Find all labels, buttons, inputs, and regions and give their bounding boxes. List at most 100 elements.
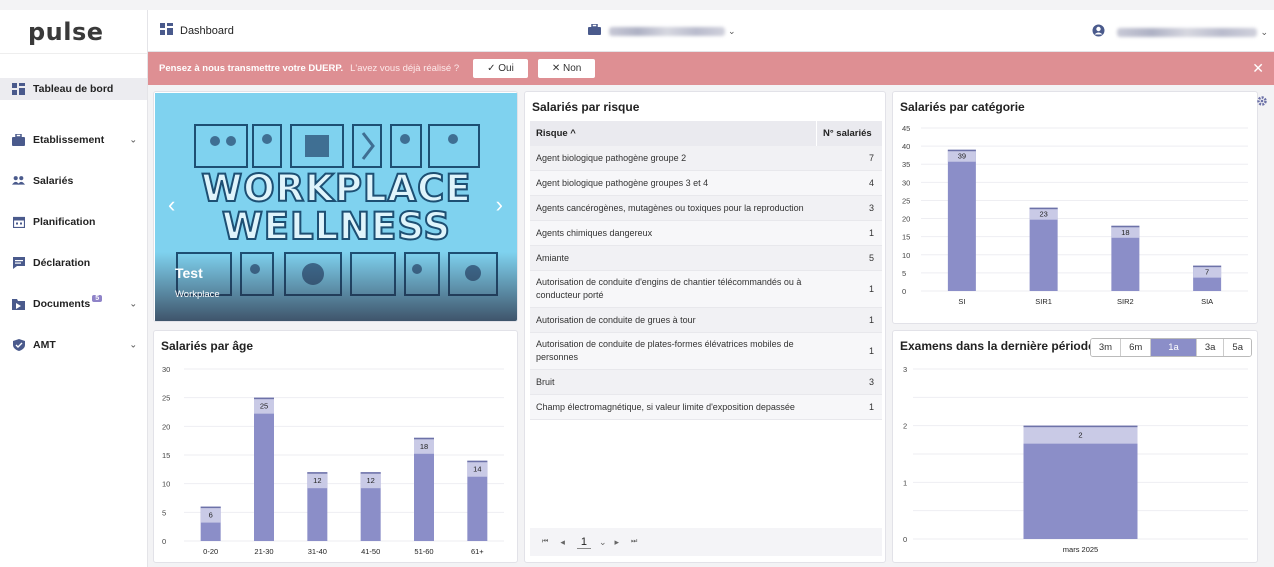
dashboard-icon — [12, 83, 25, 96]
sidebar-item-salaries[interactable]: Salariés — [0, 160, 147, 201]
sidebar-item-etablissement[interactable]: Etablissement ⌄ — [0, 119, 147, 160]
x-tick-label: SIR2 — [1117, 297, 1134, 306]
duerp-banner: Pensez à nous transmettre votre DUERP. L… — [148, 52, 1274, 85]
x-tick-label: 31-40 — [308, 547, 327, 556]
risk-count-cell: 1 — [868, 346, 874, 356]
bar — [947, 149, 976, 291]
risk-name-cell: Agents chimiques dangereux — [536, 227, 653, 238]
table-row[interactable]: Bruit 3 — [530, 370, 882, 395]
risk-count-cell: 5 — [868, 253, 874, 263]
prev-page-icon[interactable]: ◂ — [560, 537, 565, 548]
data-label: 25 — [260, 402, 268, 411]
slide-headline-2: WELLNESS — [221, 204, 452, 249]
chevron-down-icon[interactable]: ⌄ — [129, 298, 137, 309]
establishment-name-redacted — [609, 26, 725, 36]
first-page-icon[interactable]: ⏮ — [542, 538, 548, 546]
table-row[interactable]: Autorisation de conduite de grues à tour… — [530, 308, 882, 333]
risk-count-cell: 3 — [868, 377, 874, 387]
bar-top-edge — [414, 437, 434, 440]
bar-top-edge — [1023, 425, 1138, 428]
data-label: 2 — [1078, 431, 1082, 440]
period-option-3a[interactable]: 3a — [1196, 339, 1225, 356]
table-row[interactable]: Amiante 5 — [530, 246, 882, 271]
category-chart-title: Salariés par catégorie — [900, 100, 1025, 114]
x-tick-label: 61+ — [471, 547, 484, 556]
period-option-5a[interactable]: 5a — [1224, 339, 1251, 356]
data-label: 12 — [313, 476, 321, 485]
risk-count-cell: 7 — [868, 153, 874, 163]
risk-table: Risque ^ N° salariés Agent biologique pa… — [530, 121, 882, 420]
risk-name-cell: Agent biologique pathogène groupe 2 — [536, 152, 687, 163]
sidebar-item-documents[interactable]: Documents 5 ⌄ — [0, 283, 147, 324]
period-option-6m[interactable]: 6m — [1121, 339, 1152, 356]
banner-question: L'avez vous déjà réalisé ? — [350, 63, 460, 74]
y-tick-label: 0 — [903, 535, 907, 544]
carousel-prev-icon[interactable]: ‹ — [168, 192, 175, 218]
data-label: 14 — [473, 465, 481, 474]
risk-name-cell: Agent biologique pathogène groupes 3 et … — [536, 177, 709, 188]
y-tick-label: 25 — [902, 196, 910, 205]
y-tick-label: 20 — [902, 215, 910, 224]
pulse-logo[interactable]: pulse — [0, 10, 147, 54]
yes-button[interactable]: ✓ Oui — [473, 59, 528, 78]
sidebar-item-declaration[interactable]: Déclaration — [0, 242, 147, 283]
x-tick-label: 0-20 — [203, 547, 218, 556]
y-tick-label: 10 — [902, 251, 910, 260]
risk-column-header[interactable]: Risque ^ — [530, 128, 816, 139]
establishment-selector[interactable]: ⌄ — [588, 23, 736, 38]
sidebar-nav: Tableau de bord Etablissement ⌄ Salariés… — [0, 54, 147, 365]
risk-count-cell: 3 — [868, 203, 874, 213]
top-bar: Dashboard ⌄ ⌄ — [148, 10, 1274, 52]
count-column-header[interactable]: N° salariés — [816, 121, 882, 146]
risk-name-cell: Bruit — [536, 376, 555, 387]
gear-icon[interactable] — [1256, 95, 1268, 107]
sidebar-item-amt[interactable]: AMT ⌄ — [0, 324, 147, 365]
sidebar-item-tableau-de-bord[interactable]: Tableau de bord — [0, 78, 147, 100]
risk-count-cell: 1 — [868, 284, 874, 294]
exam-chart-title: Examens dans la dernière période — [900, 339, 1095, 353]
bar-top-edge — [254, 397, 274, 400]
x-tick-label: 21-30 — [254, 547, 273, 556]
data-label: 39 — [958, 152, 966, 161]
table-row[interactable]: Agent biologique pathogène groupes 3 et … — [530, 171, 882, 196]
close-icon[interactable]: ✕ — [1252, 60, 1264, 77]
sidebar-item-label: Salariés — [33, 174, 74, 187]
table-row[interactable]: Champ électromagnétique, si valeur limit… — [530, 395, 882, 420]
risk-name-cell: Autorisation de conduite de plates-forme… — [536, 339, 794, 362]
table-row[interactable]: Agent biologique pathogène groupe 2 7 — [530, 146, 882, 171]
x-tick-label: 41-50 — [361, 547, 380, 556]
y-tick-label: 0 — [902, 287, 906, 296]
calendar-icon — [12, 215, 25, 228]
user-menu[interactable]: ⌄ — [1092, 24, 1268, 40]
table-row[interactable]: Agents cancérogènes, mutagènes ou toxiqu… — [530, 196, 882, 221]
sidebar-item-label: Déclaration — [33, 256, 91, 269]
y-tick-label: 45 — [902, 124, 910, 133]
y-tick-label: 2 — [903, 422, 907, 431]
next-page-icon[interactable]: ▸ — [615, 537, 620, 548]
period-option-3m[interactable]: 3m — [1090, 339, 1122, 356]
table-row[interactable]: Agents chimiques dangereux 1 — [530, 221, 882, 246]
risk-table-title: Salariés par risque — [532, 100, 640, 114]
y-tick-label: 20 — [162, 422, 170, 431]
last-page-icon[interactable]: ⏭ — [631, 538, 637, 546]
y-tick-label: 35 — [902, 160, 910, 169]
risk-table-card: Salariés par risque Risque ^ N° salariés… — [524, 91, 886, 563]
no-button[interactable]: ✕ Non — [537, 59, 596, 78]
data-label: 18 — [420, 442, 428, 451]
chevron-down-icon[interactable]: ⌄ — [129, 339, 137, 350]
page-number[interactable]: 1 — [576, 536, 591, 549]
y-tick-label: 15 — [902, 233, 910, 242]
table-row[interactable]: Autorisation de conduite de plates-forme… — [530, 333, 882, 370]
period-option-1a[interactable]: 1a — [1151, 339, 1197, 356]
y-tick-label: 25 — [162, 394, 170, 403]
x-tick-label: mars 2025 — [1063, 545, 1098, 554]
workplace-carousel[interactable]: WORKPLACE WELLNESS Test Workplace ‹ › — [153, 91, 518, 322]
age-bar-chart: 0 5 10 15 20 25 30 6 0-20 25 21-30 12 31-40 12 41-50 18… — [162, 365, 504, 556]
sidebar-item-planification[interactable]: Planification — [0, 201, 147, 242]
slide-headline-1: WORKPLACE — [200, 166, 472, 211]
bar-top-edge — [200, 506, 221, 509]
table-row[interactable]: Autorisation de conduite d'engins de cha… — [530, 271, 882, 308]
page-select-caret[interactable]: ⌄ — [599, 537, 607, 548]
carousel-next-icon[interactable]: › — [496, 192, 503, 218]
chevron-down-icon[interactable]: ⌄ — [129, 134, 137, 145]
